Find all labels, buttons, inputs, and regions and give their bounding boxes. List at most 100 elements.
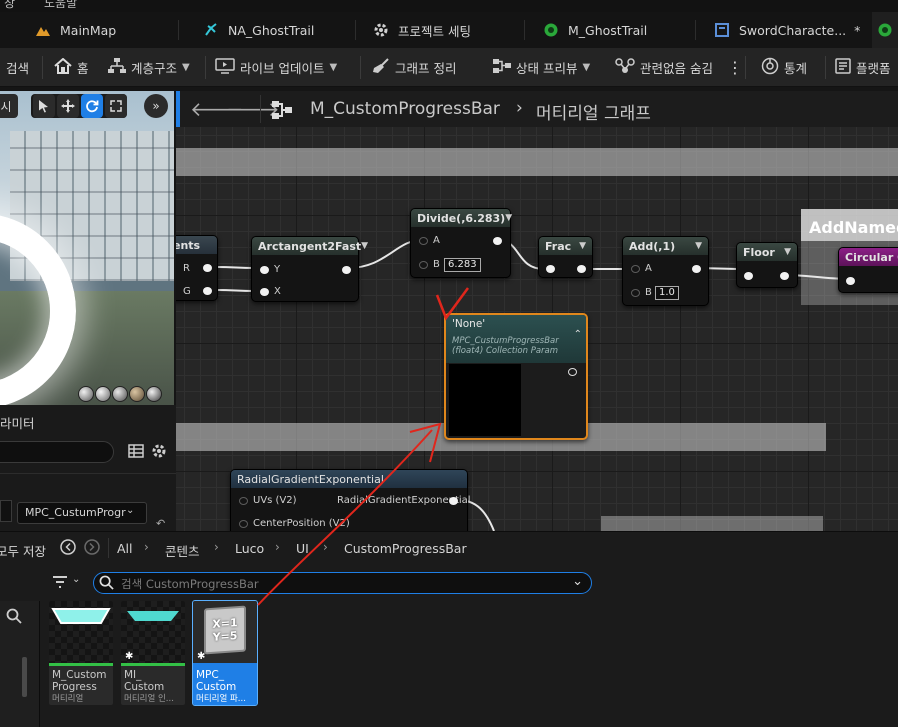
input-pin-center-position[interactable] <box>239 520 248 528</box>
forward-circle-icon[interactable] <box>84 539 100 558</box>
node-arctangent2fast[interactable]: Arctangent2Fast ▼ Y X <box>251 236 368 302</box>
toolbar-live-update-button[interactable]: 라이브 업데이트 ▼ <box>215 48 337 87</box>
output-pin[interactable] <box>568 368 577 376</box>
node-floor[interactable]: Floor ▼ <box>736 242 798 288</box>
move-icon[interactable] <box>57 94 79 118</box>
comment-box-top[interactable] <box>176 148 898 176</box>
tab-m-ghosttrail[interactable]: M_GhostTrail <box>532 12 657 48</box>
parameters-search-input[interactable] <box>0 441 114 463</box>
tab-divider <box>524 20 525 40</box>
search-icon[interactable] <box>6 608 22 627</box>
asset-tile-mi-customprogressbar[interactable]: ✱ MI_ Custom 머티리얼 인... <box>121 601 185 705</box>
chevron-down-icon: ⌄ <box>126 505 135 516</box>
output-pin[interactable] <box>342 266 351 274</box>
comment-box-bottom[interactable] <box>601 516 823 531</box>
breadcrumb-all[interactable]: All <box>117 541 133 556</box>
node-frac[interactable]: Frac ▼ <box>538 236 593 278</box>
plane-preview-icon[interactable] <box>112 386 128 402</box>
node-header: Frac ▼ <box>539 237 592 255</box>
toolbar-home-button[interactable]: 홈 <box>54 48 89 87</box>
custom-mesh-preview-icon[interactable] <box>146 386 162 402</box>
realtime-icon[interactable] <box>81 94 103 118</box>
node-collection-parameter[interactable]: 'None' MPC_CustumProgressBar (float4) Co… <box>444 313 588 440</box>
node-divide[interactable]: Divide(,6.283) ▼ A B 6.283 <box>410 208 512 278</box>
node-add[interactable]: Add(,1) ▼ A B 1.0 <box>622 236 709 306</box>
input-pin-y[interactable] <box>260 266 269 274</box>
output-pin[interactable] <box>577 265 586 273</box>
chevron-down-icon[interactable]: ⌄ <box>572 574 583 589</box>
table-view-icon[interactable] <box>128 443 144 462</box>
node-radial-gradient-exponential[interactable]: RadialGradientExponential UVs (V2) Radia… <box>230 469 471 531</box>
toolbar-hierarchy-button[interactable]: 계층구조 ▼ <box>108 48 190 87</box>
sphere-preview-icon[interactable] <box>95 386 111 402</box>
input-pin-b[interactable] <box>419 261 428 269</box>
toolbar-live-update-label: 라이브 업데이트 <box>240 61 325 76</box>
toolbar-stats-button[interactable]: 통계 <box>761 48 807 87</box>
tab-na-ghosttrail[interactable]: NA_GhostTrail <box>192 12 324 48</box>
graph-icon <box>272 100 292 123</box>
input-pin[interactable] <box>546 265 555 273</box>
asset-search-input[interactable]: 검색 CustomProgressBar ⌄ <box>93 572 592 594</box>
input-pin[interactable] <box>744 272 753 280</box>
input-pin[interactable] <box>846 277 855 285</box>
scrollbar-thumb[interactable] <box>22 657 27 697</box>
menu-help[interactable]: 도움말 <box>44 0 77 11</box>
breadcrumb-ui[interactable]: UI <box>296 541 309 556</box>
viewport-more-button[interactable]: » <box>144 94 168 118</box>
toolbar-clean-graph-button[interactable]: 그래프 정리 <box>372 48 456 87</box>
chevron-up-icon[interactable]: ⌃ <box>574 329 582 340</box>
tab-current-material[interactable] <box>872 12 898 48</box>
return-arrow-icon[interactable]: ↶ <box>156 517 165 530</box>
asset-tile-mpc-customprogressbar[interactable]: X=1 Y=5 ✱ MPC_ Custom 머티리얼 파... <box>192 600 258 706</box>
output-pin[interactable] <box>692 265 701 273</box>
divider <box>0 473 176 474</box>
toolbar-separator <box>360 56 361 79</box>
input-pin-b[interactable] <box>631 289 640 297</box>
input-pin-x[interactable] <box>260 288 269 296</box>
toolbar-separator <box>42 56 43 79</box>
select-icon[interactable] <box>33 94 55 118</box>
collection-slot[interactable] <box>0 500 12 522</box>
input-pin-uvs[interactable] <box>239 497 248 505</box>
divide-b-value-field[interactable]: 6.283 <box>444 258 481 272</box>
cube-preview-icon[interactable] <box>129 386 145 402</box>
material-graph-canvas[interactable]: 🡐 🡒 M_CustomProgressBar › 머티리얼 그래프 AddNa… <box>176 91 898 531</box>
cylinder-preview-icon[interactable] <box>78 386 94 402</box>
toolbar-hide-unrelated-button[interactable]: 관련없음 숨김 <box>615 48 713 87</box>
output-pin[interactable] <box>780 272 789 280</box>
tab-project-settings[interactable]: 프로젝트 세팅 <box>362 12 481 48</box>
content-browser-filter-bar: ⌄ 검색 CustomProgressBar ⌄ <box>0 565 898 601</box>
node-circular-gradient[interactable]: Circular Gr <box>838 247 898 293</box>
pin-label: X <box>274 286 281 297</box>
toolbar-state-preview-button[interactable]: 상태 프리뷰 ▼ <box>493 48 590 87</box>
toolbar-more-button[interactable]: ⋮ <box>727 48 743 87</box>
node-partial-components[interactable]: ents R G <box>176 235 218 301</box>
asset-tile-m-customprogressbar[interactable]: M_Custom Progress 머티리얼 <box>49 601 113 705</box>
node-subtitle-type: (float4) Collection Param <box>452 346 559 356</box>
back-circle-icon[interactable] <box>60 539 76 558</box>
filter-icon[interactable] <box>52 575 68 592</box>
breadcrumb-customprogressbar[interactable]: CustomProgressBar <box>344 541 467 556</box>
menu-window[interactable]: 창 <box>4 0 15 11</box>
input-pin-a[interactable] <box>631 265 640 273</box>
breadcrumb-content[interactable]: 콘텐츠 <box>165 541 200 560</box>
viewport-view-mode-button[interactable]: 시 <box>0 94 18 118</box>
output-pin-g[interactable] <box>203 287 212 295</box>
output-pin[interactable] <box>449 497 458 505</box>
tab-swordcharacter[interactable]: SwordCharacte... * <box>703 12 870 48</box>
output-pin[interactable] <box>493 237 502 245</box>
toolbar-search-button[interactable]: 검색 <box>6 48 29 87</box>
settings-gear-icon[interactable] <box>151 443 167 462</box>
chevron-down-icon[interactable]: ⌄ <box>72 574 80 585</box>
output-pin-r[interactable] <box>203 264 212 272</box>
preview-viewport[interactable]: 시 » <box>0 91 174 405</box>
breadcrumb-luco[interactable]: Luco <box>235 541 264 556</box>
maximize-icon[interactable] <box>105 94 127 118</box>
input-pin-a[interactable] <box>419 237 428 245</box>
tab-mainmap[interactable]: MainMap <box>24 12 126 48</box>
search-icon <box>99 575 114 593</box>
toolbar-platform-button[interactable]: 플랫폼 <box>835 48 891 87</box>
toolbar-separator <box>745 56 746 79</box>
save-all-button[interactable]: 모두 저장 <box>0 541 46 560</box>
add-b-value-field[interactable]: 1.0 <box>655 286 679 300</box>
